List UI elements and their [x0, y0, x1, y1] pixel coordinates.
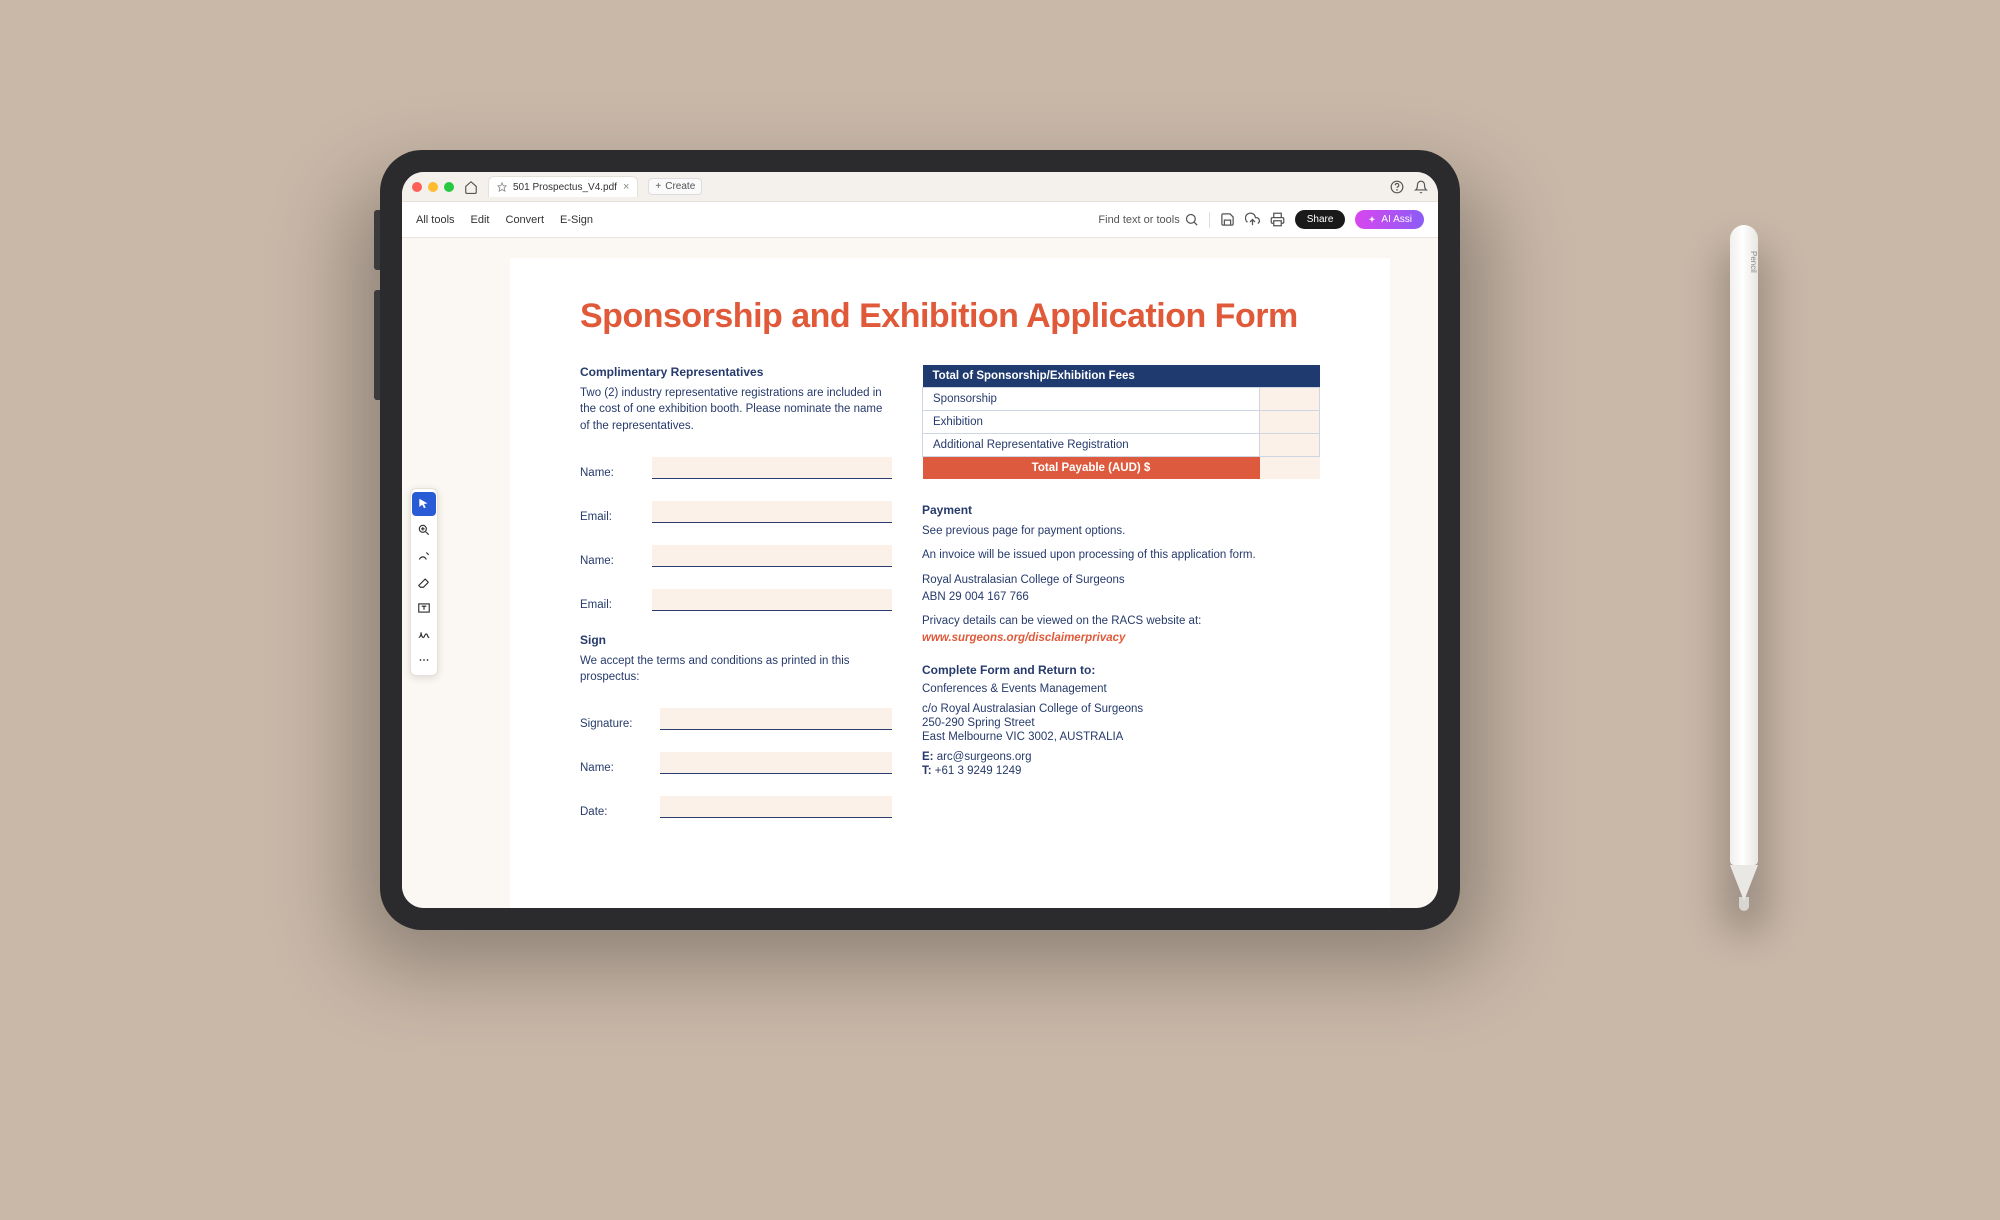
tablet-bezel: 501 Prospectus_V4.pdf × + Create All too… [380, 150, 1460, 930]
field-label-date: Date: [580, 806, 650, 818]
email1-input[interactable] [652, 501, 892, 523]
minimize-window-button[interactable] [428, 182, 438, 192]
new-tab-label: Create [665, 181, 695, 192]
reps-body: Two (2) industry representative registra… [580, 385, 892, 435]
apple-pencil: Pencil [1730, 225, 1760, 925]
privacy-link[interactable]: www.surgeons.org/disclaimerprivacy [922, 630, 1320, 647]
signature-input[interactable] [660, 708, 892, 730]
pencil-body: Pencil [1730, 225, 1758, 865]
payment-line1: See previous page for payment options. [922, 523, 1320, 540]
menu-edit[interactable]: Edit [471, 214, 490, 226]
new-tab-button[interactable]: + Create [648, 178, 702, 195]
name3-input[interactable] [660, 752, 892, 774]
name2-input[interactable] [652, 545, 892, 567]
sign-body: We accept the terms and conditions as pr… [580, 653, 892, 686]
search-placeholder: Find text or tools [1098, 214, 1179, 226]
ipad-mockup: 501 Prospectus_V4.pdf × + Create All too… [380, 150, 1460, 930]
left-rail [402, 238, 462, 908]
help-icon[interactable] [1390, 180, 1404, 194]
name1-input[interactable] [652, 457, 892, 479]
menu-all-tools[interactable]: All tools [416, 214, 455, 226]
fee-amt-sponsorship[interactable] [1260, 387, 1320, 410]
org-name: Royal Australasian College of Surgeons [922, 572, 1320, 589]
zoom-tool[interactable] [412, 518, 436, 542]
signature-tool[interactable] [412, 622, 436, 646]
field-label-name1: Name: [580, 467, 642, 479]
right-column: Total of Sponsorship/Exhibition Fees Spo… [922, 365, 1320, 818]
return-l1: Conferences & Events Management [922, 683, 1320, 695]
document-viewport[interactable]: Sponsorship and Exhibition Application F… [462, 238, 1438, 908]
field-label-email1: Email: [580, 511, 642, 523]
return-l4: East Melbourne VIC 3002, AUSTRALIA [922, 731, 1320, 743]
draw-tool[interactable] [412, 544, 436, 568]
separator [1209, 212, 1210, 228]
pdf-page: Sponsorship and Exhibition Application F… [510, 258, 1390, 908]
bell-icon[interactable] [1414, 180, 1428, 194]
fee-row-sponsorship: Sponsorship [923, 387, 1260, 410]
app-toolbar: All tools Edit Convert E-Sign Find text … [402, 202, 1438, 238]
save-icon[interactable] [1220, 212, 1235, 227]
section-heading-payment: Payment [922, 503, 1320, 517]
page-title: Sponsorship and Exhibition Application F… [580, 296, 1320, 337]
section-heading-sign: Sign [580, 633, 892, 647]
payment-line2: An invoice will be issued upon processin… [922, 547, 1320, 564]
section-heading-reps: Complimentary Representatives [580, 365, 892, 379]
home-icon[interactable] [464, 180, 478, 194]
pencil-label: Pencil [1740, 251, 1758, 273]
screen: 501 Prospectus_V4.pdf × + Create All too… [402, 172, 1438, 908]
fee-amt-additional[interactable] [1260, 433, 1320, 456]
close-window-button[interactable] [412, 182, 422, 192]
menu-convert[interactable]: Convert [506, 214, 545, 226]
ai-label: AI Assi [1381, 214, 1412, 225]
select-tool[interactable] [412, 492, 436, 516]
fee-total-amt[interactable] [1260, 456, 1320, 479]
close-tab-icon[interactable]: × [623, 181, 629, 193]
document-tab[interactable]: 501 Prospectus_V4.pdf × [488, 176, 638, 197]
sparkle-icon [1367, 215, 1377, 225]
fees-header: Total of Sponsorship/Exhibition Fees [923, 365, 1320, 388]
workspace: Sponsorship and Exhibition Application F… [402, 238, 1438, 908]
menu-esign[interactable]: E-Sign [560, 214, 593, 226]
fees-table: Total of Sponsorship/Exhibition Fees Spo… [922, 365, 1320, 479]
text-tool[interactable] [412, 596, 436, 620]
erase-tool[interactable] [412, 570, 436, 594]
search-box[interactable]: Find text or tools [1098, 212, 1198, 227]
cloud-upload-icon[interactable] [1245, 212, 1260, 227]
field-label-signature: Signature: [580, 718, 650, 730]
email2-input[interactable] [652, 589, 892, 611]
app-tabbar: 501 Prospectus_V4.pdf × + Create [402, 172, 1438, 202]
org-abn: ABN 29 004 167 766 [922, 589, 1320, 606]
field-label-email2: Email: [580, 599, 642, 611]
return-l2: c/o Royal Australasian College of Surgeo… [922, 703, 1320, 715]
left-column: Complimentary Representatives Two (2) in… [580, 365, 892, 818]
fee-row-exhibition: Exhibition [923, 410, 1260, 433]
return-tel: T: +61 3 9249 1249 [922, 765, 1320, 777]
window-traffic-lights [412, 182, 454, 192]
tab-title: 501 Prospectus_V4.pdf [513, 182, 617, 193]
pencil-tip [1730, 865, 1758, 901]
search-icon [1184, 212, 1199, 227]
print-icon[interactable] [1270, 212, 1285, 227]
fee-amt-exhibition[interactable] [1260, 410, 1320, 433]
share-button[interactable]: Share [1295, 210, 1346, 229]
privacy-lead: Privacy details can be viewed on the RAC… [922, 613, 1320, 630]
fee-row-additional: Additional Representative Registration [923, 433, 1260, 456]
tool-palette [410, 488, 438, 676]
maximize-window-button[interactable] [444, 182, 454, 192]
section-heading-return: Complete Form and Return to: [922, 663, 1320, 677]
plus-icon: + [655, 181, 661, 192]
ai-assistant-button[interactable]: AI Assi [1355, 210, 1424, 229]
return-email: E: arc@surgeons.org [922, 751, 1320, 763]
return-l3: 250-290 Spring Street [922, 717, 1320, 729]
fee-total-label: Total Payable (AUD) $ [923, 456, 1260, 479]
field-label-name2: Name: [580, 555, 642, 567]
date-input[interactable] [660, 796, 892, 818]
star-icon [497, 182, 507, 192]
field-label-name3: Name: [580, 762, 650, 774]
more-tools[interactable] [412, 648, 436, 672]
